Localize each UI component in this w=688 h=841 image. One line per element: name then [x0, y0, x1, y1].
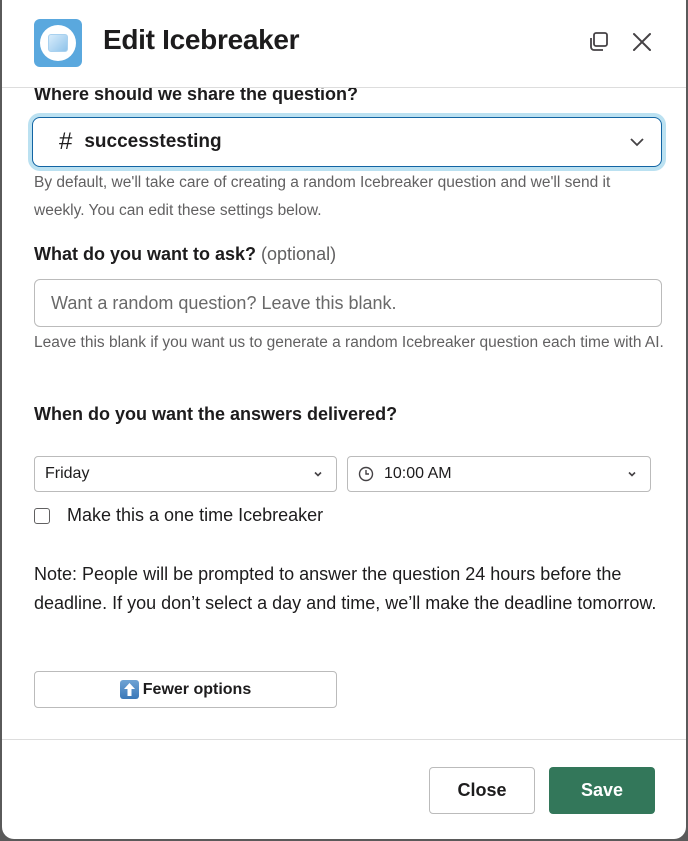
close-button[interactable]: Close — [429, 767, 535, 814]
modal-header: Edit Icebreaker — [2, 0, 686, 88]
popout-icon — [590, 32, 608, 51]
question-label-text: What do you want to ask? — [34, 244, 257, 264]
optional-label: (optional) — [261, 244, 337, 264]
chevron-down-icon — [628, 471, 636, 477]
one-time-label: Make this a one time Icebreaker — [67, 505, 324, 525]
question-label: What do you want to ask? (optional) — [34, 244, 336, 265]
hash-icon: # — [59, 128, 73, 155]
modal-title: Edit Icebreaker — [103, 24, 300, 55]
chevron-down-icon — [314, 471, 322, 477]
day-select[interactable]: Friday — [34, 456, 337, 492]
one-time-checkbox[interactable] — [34, 507, 50, 524]
channel-hint: By default, we'll take care of creating … — [34, 174, 611, 219]
save-button[interactable]: Save — [549, 767, 655, 814]
day-value: Friday — [45, 465, 90, 482]
close-modal-button[interactable] — [628, 28, 656, 56]
fewer-options-button[interactable]: Fewer options — [34, 671, 337, 708]
deadline-note: Note: People will be prompted to answer … — [34, 564, 657, 613]
close-icon — [633, 33, 651, 51]
question-hint: Leave this blank if you want us to gener… — [34, 334, 664, 351]
up-arrow-icon — [119, 680, 139, 699]
one-time-option[interactable]: Make this a one time Icebreaker — [34, 505, 323, 526]
footer-divider — [2, 739, 686, 740]
popout-button[interactable] — [584, 28, 612, 56]
fewer-options-label: Fewer options — [142, 680, 252, 698]
chevron-down-icon — [630, 138, 644, 147]
clock-icon — [358, 466, 374, 482]
edit-icebreaker-modal: Edit Icebreaker Where should we share th… — [2, 0, 686, 839]
channel-value: successtesting — [84, 131, 222, 152]
ice-cube-icon — [34, 19, 82, 67]
question-input[interactable] — [34, 279, 662, 327]
time-select[interactable]: 10:00 AM — [347, 456, 651, 492]
time-value: 10:00 AM — [384, 465, 452, 482]
delivery-label: When do you want the answers delivered? — [34, 404, 398, 424]
channel-select[interactable]: # successtesting — [32, 117, 662, 167]
